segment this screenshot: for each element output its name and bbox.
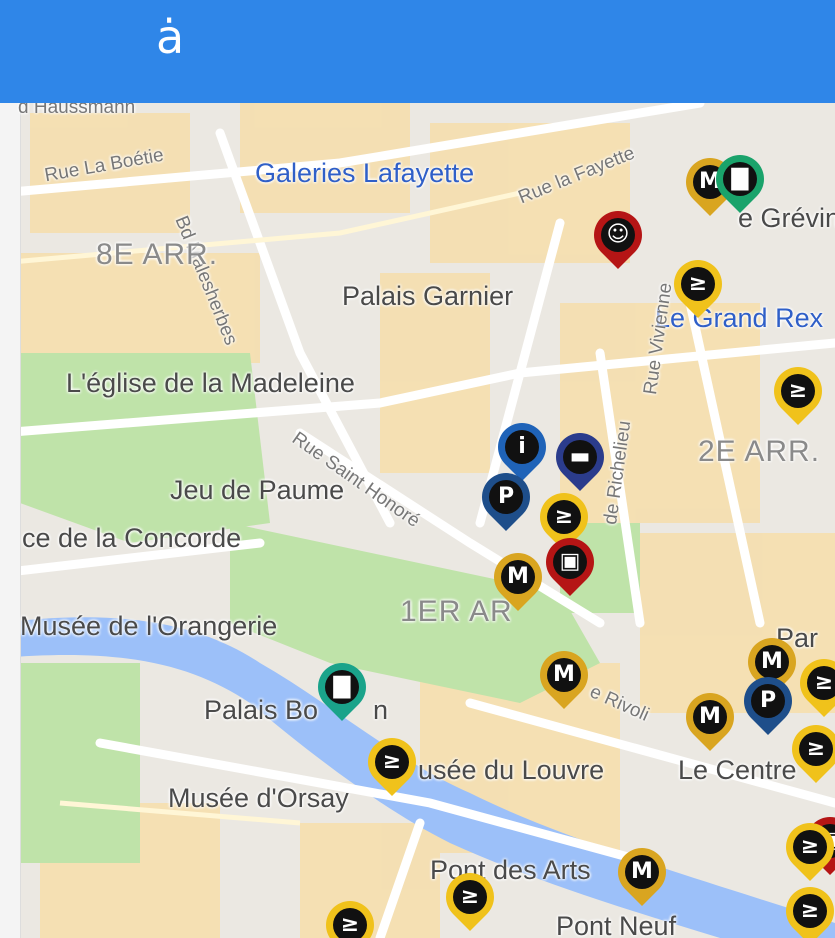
metro-pin-4[interactable]: ≥ (358, 728, 426, 802)
label-palais-bourbon-end[interactable]: n (373, 695, 388, 726)
museum-icon: M (547, 658, 581, 692)
museum-icon: M (693, 700, 727, 734)
museum-icon: M (501, 560, 535, 594)
metro-pin-10[interactable]: ≥ (776, 813, 835, 887)
metro-icon: ≥ (799, 732, 833, 766)
hotel-pin[interactable]: ▬ (546, 423, 614, 497)
label-orsay[interactable]: Musée d'Orsay (168, 783, 349, 814)
museum-icon: M (625, 855, 659, 889)
hotel-icon: ▬ (563, 440, 597, 474)
metro-pin-1[interactable]: ≥ (664, 250, 732, 324)
museum-pin-3[interactable]: M (530, 641, 598, 715)
cinema-pin-1[interactable]: ▣ (536, 528, 604, 602)
parking-icon: P (489, 480, 523, 514)
metro-icon: ≥ (375, 745, 409, 779)
label-pont-neuf[interactable]: Pont Neuf (556, 911, 676, 938)
metro-icon: ≥ (547, 500, 581, 534)
theatre-icon: ☺ (601, 218, 635, 252)
metro-icon: ≥ (781, 374, 815, 408)
app-header: ȧ (0, 0, 835, 103)
metro-icon: ≥ (807, 666, 835, 700)
metro-pin-6[interactable]: ≥ (782, 715, 835, 789)
bus-pin-1[interactable]: ▇ (706, 145, 774, 219)
cinema-icon: ▣ (553, 545, 587, 579)
left-panel-edge (0, 103, 21, 938)
label-palais-bourbon[interactable]: Palais Bo (204, 695, 318, 726)
metro-pin-7[interactable]: ≥ (436, 863, 504, 937)
label-2e-arr: 2E ARR. (698, 435, 821, 468)
label-le-centre[interactable]: Le Centre (678, 755, 797, 786)
label-palais-garnier[interactable]: Palais Garnier (342, 281, 513, 312)
bus-pin-2[interactable]: ▇ (308, 653, 376, 727)
label-orangerie[interactable]: Musée de l'Orangerie (20, 611, 277, 642)
metro-icon: ≥ (681, 267, 715, 301)
label-jeu-de-paume[interactable]: Jeu de Paume (170, 475, 344, 506)
info-icon: i (505, 430, 539, 464)
museum-pin-2[interactable]: M (484, 543, 552, 617)
parking-pin-1[interactable]: P (472, 463, 540, 537)
label-galeries-lafayette[interactable]: Galeries Lafayette (255, 158, 474, 189)
metro-icon: ≥ (793, 894, 827, 928)
bus-icon: ▇ (325, 670, 359, 704)
metro-icon: ≥ (333, 908, 367, 938)
museum-pin-6[interactable]: M (608, 838, 676, 912)
theatre-pin-1[interactable]: ☺ (584, 201, 652, 275)
label-madeleine[interactable]: L'église de la Madeleine (66, 368, 355, 399)
museum-icon: M (755, 645, 789, 679)
label-louvre[interactable]: usée du Louvre (418, 755, 604, 786)
metro-pin-9[interactable]: ≥ (776, 877, 835, 938)
label-concorde[interactable]: ce de la Concorde (22, 523, 241, 554)
metro-icon: ≥ (453, 880, 487, 914)
metro-pin-8[interactable]: ≥ (316, 891, 384, 938)
label-haussmann: d Haussmann (18, 103, 136, 118)
metro-pin-5[interactable]: ≥ (790, 649, 835, 723)
map-view[interactable]: d Haussmann Rue La Boétie Bd Malesherbes… (0, 103, 835, 938)
app-logo[interactable]: ȧ (156, 14, 184, 60)
metro-pin-2[interactable]: ≥ (764, 357, 832, 431)
parking-icon: P (751, 684, 785, 718)
parking-pin-2[interactable]: P (734, 667, 802, 741)
metro-icon: ≥ (793, 830, 827, 864)
museum-pin-5[interactable]: M (676, 683, 744, 757)
label-8e-arr: 8E ARR. (96, 238, 219, 271)
bus-icon: ▇ (723, 162, 757, 196)
